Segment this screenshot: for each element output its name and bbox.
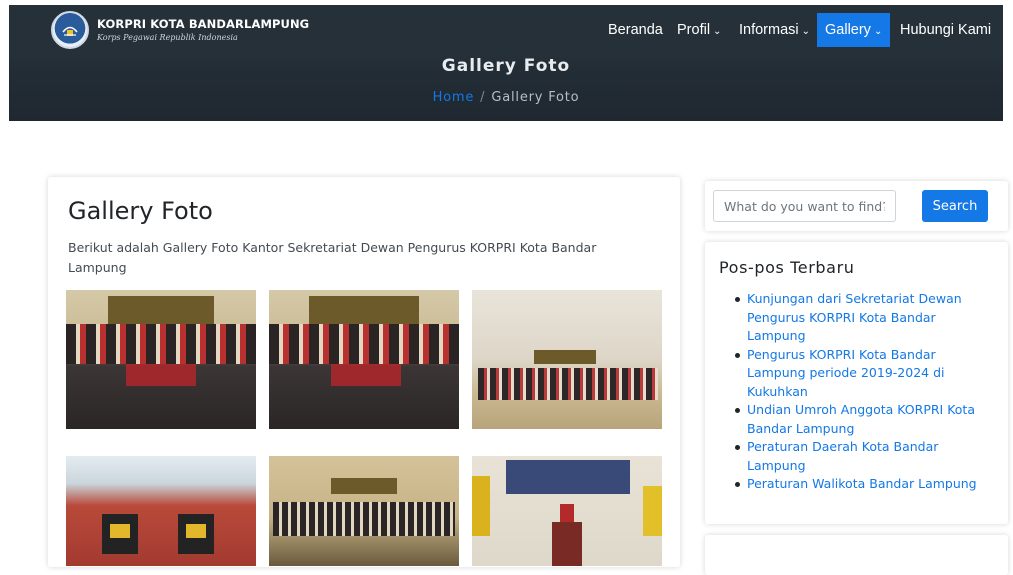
photo-banner — [108, 296, 214, 324]
recent-post-link[interactable]: Kunjungan dari Sekretariat Dewan Penguru… — [733, 290, 983, 346]
brand-title[interactable]: KORPRI KOTA BANDARLAMPUNG — [97, 17, 309, 31]
korpri-logo-icon[interactable] — [51, 11, 89, 49]
nav-label: Gallery — [825, 22, 871, 38]
gallery-photo[interactable] — [269, 456, 459, 566]
recent-posts-title: Pos-pos Terbaru — [719, 258, 855, 277]
gallery-card: Gallery Foto Berikut adalah Gallery Foto… — [48, 177, 680, 567]
nav-label: Profil — [677, 22, 711, 38]
recent-posts-widget: Pos-pos Terbaru Kunjungan dari Sekretari… — [705, 242, 1008, 524]
gallery-photo[interactable] — [472, 456, 662, 566]
gallery-photo[interactable] — [66, 290, 256, 429]
breadcrumb-separator: / — [480, 90, 486, 105]
nav-beranda[interactable]: Beranda — [608, 13, 663, 47]
recent-post-link[interactable]: Pengurus KORPRI Kota Bandar Lampung peri… — [733, 346, 983, 402]
gallery-title: Gallery Foto — [68, 197, 213, 225]
nav-informasi[interactable]: Informasi ⌄ — [739, 13, 810, 47]
photo-banner — [506, 460, 630, 494]
breadcrumb-home-link[interactable]: Home — [433, 90, 475, 105]
recent-post-link[interactable]: Peraturan Walikota Bandar Lampung — [733, 475, 983, 494]
recent-post-link[interactable]: Peraturan Daerah Kota Bandar Lampung — [733, 438, 983, 475]
gallery-description: Berikut adalah Gallery Foto Kantor Sekre… — [68, 240, 597, 275]
breadcrumb: Home / Gallery Foto — [9, 90, 1003, 105]
photo-detail — [560, 504, 574, 522]
nav-label: Informasi — [739, 22, 799, 38]
photo-detail — [552, 522, 582, 566]
photo-detail — [472, 476, 490, 536]
chevron-down-icon: ⌄ — [713, 26, 722, 37]
search-widget: Search — [705, 181, 1008, 231]
chevron-down-icon: ⌄ — [801, 26, 811, 37]
photo-detail — [66, 324, 256, 364]
chevron-down-icon: ⌄ — [873, 26, 883, 37]
gallery-photo[interactable] — [66, 456, 256, 566]
nav-label: Beranda — [608, 22, 663, 38]
page-title: Gallery Foto — [441, 56, 571, 76]
gallery-photo[interactable] — [269, 290, 459, 429]
breadcrumb-current: Gallery Foto — [491, 90, 580, 105]
page-header: KORPRI KOTA BANDARLAMPUNG Korps Pegawai … — [9, 5, 1003, 121]
nav-profil[interactable]: Profil ⌄ — [677, 13, 721, 47]
nav-gallery[interactable]: Gallery ⌄ — [817, 13, 891, 47]
top-navbar: KORPRI KOTA BANDARLAMPUNG Korps Pegawai … — [9, 5, 1003, 57]
recent-posts-list: Kunjungan dari Sekretariat Dewan Penguru… — [733, 290, 983, 494]
photo-detail — [110, 524, 130, 538]
photo-detail — [273, 502, 455, 536]
photo-detail — [478, 368, 658, 400]
search-input[interactable] — [713, 190, 896, 222]
brand-subtitle: Korps Pegawai Republik Indonesia — [97, 33, 238, 42]
photo-detail — [643, 486, 662, 536]
nav-hubungi-kami[interactable]: Hubungi Kami — [900, 13, 991, 47]
photo-banner — [331, 478, 397, 494]
recent-post-link[interactable]: Undian Umroh Anggota KORPRI Kota Bandar … — [733, 401, 983, 438]
gallery-photo[interactable] — [472, 290, 662, 429]
photo-detail — [269, 324, 459, 364]
nav-label: Hubungi Kami — [900, 22, 992, 38]
sidebar-widget — [705, 535, 1008, 575]
photo-detail — [186, 524, 206, 538]
photo-banner — [309, 296, 419, 324]
search-button[interactable]: Search — [922, 190, 988, 222]
photo-banner — [534, 350, 596, 364]
